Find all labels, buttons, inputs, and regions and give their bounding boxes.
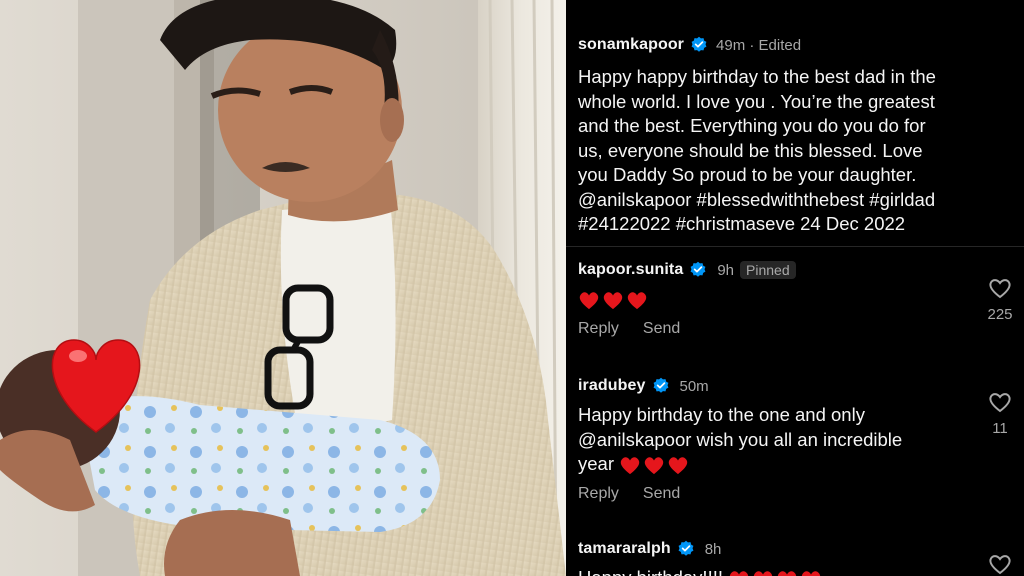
comment-time: 50m [679, 377, 709, 395]
red-heart-emoji [644, 457, 664, 475]
comment-actions: Reply Send [578, 320, 1024, 338]
comment-text [578, 287, 958, 312]
verified-badge-icon [652, 377, 670, 395]
red-heart-emoji [754, 571, 773, 576]
caption-meta: 49m · Edited [716, 36, 802, 54]
like-count: 11 [992, 420, 1008, 437]
red-heart-emoji [668, 457, 688, 475]
red-heart-emoji [778, 571, 797, 576]
red-heart-emoji-group [619, 455, 689, 475]
like-heart-icon [989, 555, 1011, 575]
red-heart-emoji [603, 292, 623, 310]
comment-time: 8h [704, 540, 722, 558]
like-heart-icon [989, 393, 1011, 413]
comment-header: iradubey 50m [578, 375, 1024, 397]
red-heart-emoji [620, 457, 640, 475]
pinned-badge: Pinned [740, 261, 796, 279]
comment-text-line: Happy birthday to the one and only [578, 404, 865, 425]
red-heart-emoji-group [728, 569, 822, 576]
comment-text-line: @anilskapoor wish you all an incredible [578, 428, 903, 450]
comment-actions: Reply Send [578, 485, 1024, 503]
comment-text: Happy birthday!!!! [578, 566, 958, 576]
like-count: 225 [987, 306, 1013, 323]
post-photo [0, 0, 566, 576]
comments-panel: sonamkapoor 49m · Edited Happy happy bir… [566, 0, 1024, 576]
send-button[interactable]: Send [643, 320, 680, 338]
like-button[interactable] [980, 553, 1020, 576]
photo-illustration [0, 0, 566, 576]
like-button[interactable]: 11 [980, 391, 1020, 437]
comment-username[interactable]: iradubey [578, 377, 646, 395]
screenshot-frame: sonamkapoor 49m · Edited Happy happy bir… [0, 0, 1024, 576]
verified-badge-icon [677, 540, 695, 558]
comment-text-fragment: Happy birthday!!!! [578, 567, 728, 576]
comment-username[interactable]: kapoor.sunita [578, 261, 683, 279]
red-heart-emoji [730, 571, 749, 576]
caption-text: Happy happy birthday to the best dad in … [578, 66, 936, 234]
comment-text-fragment: year [578, 453, 614, 474]
caption-header: sonamkapoor 49m · Edited [578, 34, 1018, 56]
red-heart-emoji-group [578, 290, 648, 310]
like-heart-icon [989, 279, 1011, 299]
verified-badge-icon [690, 36, 708, 54]
red-heart-emoji [802, 571, 821, 576]
comment-item: kapoor.sunita 9h Pinned Reply Send [578, 259, 1024, 338]
comment-header: tamararalph 8h [578, 538, 1024, 560]
reply-button[interactable]: Reply [578, 320, 619, 338]
verified-badge-icon [689, 261, 707, 279]
send-button[interactable]: Send [643, 485, 680, 503]
red-heart-emoji [579, 292, 599, 310]
comment-time: 9h [717, 261, 735, 279]
caption-divider [566, 246, 1024, 247]
comment-username[interactable]: tamararalph [578, 540, 671, 558]
comment-text-line: year [578, 452, 958, 477]
comment-text: Happy birthday to the one and only @anil… [578, 403, 958, 477]
comment-header: kapoor.sunita 9h Pinned [578, 259, 1024, 281]
reply-button[interactable]: Reply [578, 485, 619, 503]
caption-username[interactable]: sonamkapoor [578, 36, 684, 54]
like-button[interactable]: 225 [980, 277, 1020, 323]
comment-item: iradubey 50m Happy birthday to the one a… [578, 375, 1024, 503]
red-heart-emoji [627, 292, 647, 310]
comment-item: tamararalph 8h Happy birthday!!!! [578, 538, 1024, 576]
post-caption: sonamkapoor 49m · Edited Happy happy bir… [578, 34, 1018, 237]
